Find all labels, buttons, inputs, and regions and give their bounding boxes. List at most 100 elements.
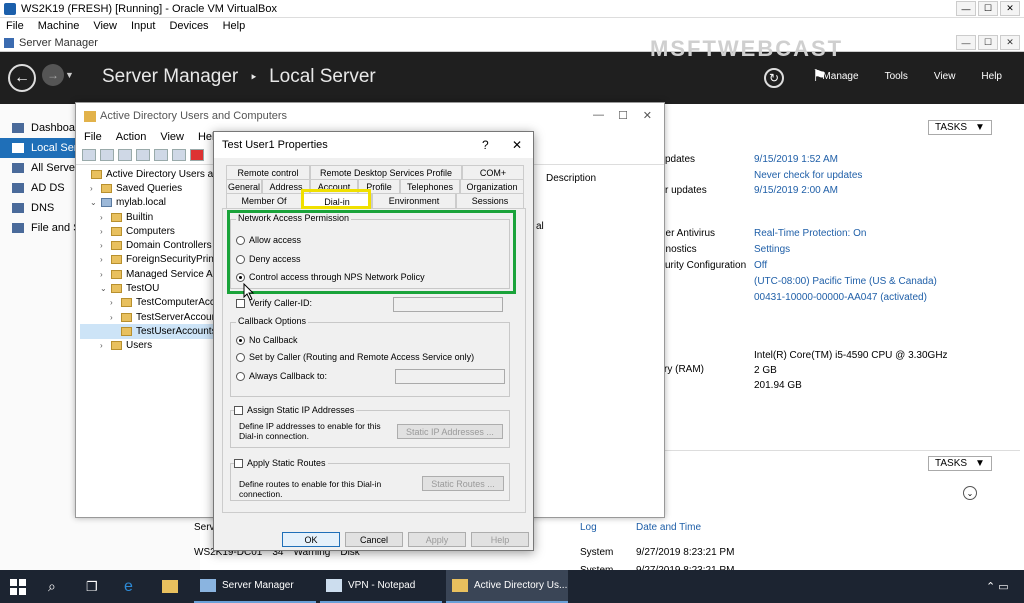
- cancel-button[interactable]: Cancel: [345, 532, 403, 547]
- tab-telephones[interactable]: Telephones: [400, 179, 460, 193]
- defender-link[interactable]: Real-Time Protection: On: [754, 226, 937, 242]
- aduc-close-button[interactable]: ✕: [643, 109, 652, 122]
- always-callback-radio[interactable]: Always Callback to:: [236, 371, 327, 381]
- menu-view[interactable]: View: [93, 20, 117, 32]
- help-icon[interactable]: ?: [482, 138, 489, 152]
- last-installed-updates[interactable]: 9/15/2019 1:52 AM: [754, 152, 862, 168]
- static-ip-button[interactable]: Static IP Addresses ...: [397, 424, 503, 439]
- system-tray[interactable]: ⌃ ▭: [980, 570, 1020, 603]
- set-by-caller-radio[interactable]: Set by Caller (Routing and Remote Access…: [236, 352, 474, 362]
- tree-node[interactable]: Active Directory Users and C: [80, 167, 218, 181]
- list-column-description[interactable]: Description: [546, 173, 596, 184]
- tree-node[interactable]: › TestComputerAcc: [80, 296, 218, 310]
- delete-icon[interactable]: [190, 148, 204, 161]
- minimize-button[interactable]: —: [956, 1, 976, 16]
- close-button[interactable]: ✕: [1000, 1, 1020, 16]
- aduc-menu-action[interactable]: Action: [116, 131, 147, 143]
- tasks-dropdown[interactable]: TASKS ▼: [928, 120, 992, 135]
- tab-row-1: Remote control Remote Desktop Services P…: [226, 165, 524, 179]
- sm-maximize-button[interactable]: ☐: [978, 35, 998, 50]
- tab-organization[interactable]: Organization: [460, 179, 524, 193]
- forward-icon[interactable]: [100, 148, 114, 161]
- diagnostics-link[interactable]: Settings: [754, 242, 937, 258]
- folder-icon: [111, 255, 122, 265]
- copy-icon[interactable]: [172, 148, 186, 161]
- tree-node[interactable]: › Computers: [80, 224, 218, 238]
- help-button[interactable]: Help: [471, 532, 529, 547]
- menu-machine[interactable]: Machine: [38, 20, 80, 32]
- tree-node-selected[interactable]: TestUserAccounts: [80, 324, 218, 339]
- tree-node[interactable]: › Saved Queries: [80, 181, 218, 195]
- aduc-minimize-button[interactable]: —: [593, 109, 604, 121]
- tree-node[interactable]: › Builtin: [80, 210, 218, 224]
- edge-icon[interactable]: e: [118, 570, 148, 603]
- tree-node[interactable]: › Managed Service Acc: [80, 267, 218, 281]
- tab-environment[interactable]: Environment: [372, 193, 456, 208]
- search-icon[interactable]: ⌕: [42, 570, 72, 603]
- dialog-close-button[interactable]: ✕: [512, 138, 522, 152]
- events-tasks-dropdown[interactable]: TASKS ▼: [928, 456, 992, 471]
- tab-rds-profile[interactable]: Remote Desktop Services Profile: [310, 165, 462, 179]
- file-explorer-icon[interactable]: [156, 570, 190, 603]
- tab-remote-control[interactable]: Remote control: [226, 165, 310, 179]
- ok-button[interactable]: OK: [282, 532, 340, 547]
- taskbar-aduc[interactable]: Active Directory Us...: [446, 570, 568, 603]
- static-routes-button[interactable]: Static Routes ...: [422, 476, 504, 491]
- show-tree-icon[interactable]: [136, 148, 150, 161]
- apply-static-routes-checkbox[interactable]: Apply Static Routes: [234, 458, 328, 468]
- aduc-menu-file[interactable]: File: [84, 131, 102, 143]
- events-col-date[interactable]: Date and Time: [636, 522, 701, 533]
- tab-sessions[interactable]: Sessions: [456, 193, 524, 208]
- apply-button[interactable]: Apply: [408, 532, 466, 547]
- expand-circle-icon[interactable]: ⌄: [963, 486, 977, 500]
- forward-icon[interactable]: →: [42, 64, 64, 86]
- tree-node[interactable]: › Users: [80, 339, 218, 353]
- last-checked-updates[interactable]: 9/15/2019 2:00 AM: [754, 183, 862, 199]
- tree-node[interactable]: ⌄ mylab.local: [80, 196, 218, 210]
- view-menu[interactable]: View: [934, 71, 956, 82]
- taskbar-server-manager[interactable]: Server Manager: [194, 570, 316, 603]
- manage-menu[interactable]: Manage: [822, 71, 858, 82]
- menu-file[interactable]: File: [6, 20, 24, 32]
- ie-esc-link[interactable]: Off: [754, 258, 937, 274]
- task-view-icon[interactable]: ❐: [80, 570, 110, 603]
- assign-static-ip-checkbox[interactable]: Assign Static IP Addresses: [234, 405, 357, 415]
- taskbar-notepad[interactable]: VPN - Notepad: [320, 570, 442, 603]
- product-id-link[interactable]: 00431-10000-00000-AA047 (activated): [754, 290, 937, 306]
- tab-com[interactable]: COM+: [462, 165, 524, 179]
- events-col-log[interactable]: Log: [580, 522, 597, 533]
- sm-close-button[interactable]: ✕: [1000, 35, 1020, 50]
- caller-id-input[interactable]: [393, 297, 503, 312]
- tree-node[interactable]: › ForeignSecurityPrinci: [80, 253, 218, 267]
- chevron-down-icon: ▼: [975, 458, 985, 469]
- tree-node[interactable]: › Domain Controllers: [80, 238, 218, 252]
- cut-icon[interactable]: [154, 148, 168, 161]
- no-callback-radio[interactable]: No Callback: [236, 335, 298, 345]
- menu-devices[interactable]: Devices: [169, 20, 208, 32]
- folder-icon: [111, 241, 122, 251]
- menu-help[interactable]: Help: [223, 20, 246, 32]
- tools-menu[interactable]: Tools: [885, 71, 908, 82]
- tab-general[interactable]: General: [226, 179, 262, 193]
- properties-dialog[interactable]: Test User1 Properties ? ✕ Remote control…: [213, 131, 534, 551]
- memory-label: ry (RAM): [664, 364, 704, 375]
- menu-input[interactable]: Input: [131, 20, 155, 32]
- aduc-maximize-button[interactable]: ☐: [618, 109, 628, 122]
- back-icon[interactable]: ←: [8, 64, 36, 92]
- help-menu[interactable]: Help: [981, 71, 1002, 82]
- windows-update-link[interactable]: Never check for updates: [754, 168, 862, 184]
- sm-minimize-button[interactable]: —: [956, 35, 976, 50]
- aduc-menu-view[interactable]: View: [160, 131, 184, 143]
- events-col-server[interactable]: Serv: [194, 522, 215, 533]
- back-icon[interactable]: [82, 148, 96, 161]
- callback-number-input[interactable]: [395, 369, 505, 384]
- tree-node[interactable]: ⌄ TestOU: [80, 281, 218, 295]
- up-folder-icon[interactable]: [118, 148, 132, 161]
- tab-member-of[interactable]: Member Of: [226, 193, 302, 208]
- timezone-link[interactable]: (UTC-08:00) Pacific Time (US & Canada): [754, 274, 937, 290]
- history-dropdown-icon[interactable]: ▼: [65, 70, 74, 80]
- refresh-icon[interactable]: ↻: [764, 68, 784, 88]
- start-button[interactable]: [4, 570, 34, 603]
- tree-node[interactable]: › TestServerAccoun: [80, 310, 218, 324]
- maximize-button[interactable]: ☐: [978, 1, 998, 16]
